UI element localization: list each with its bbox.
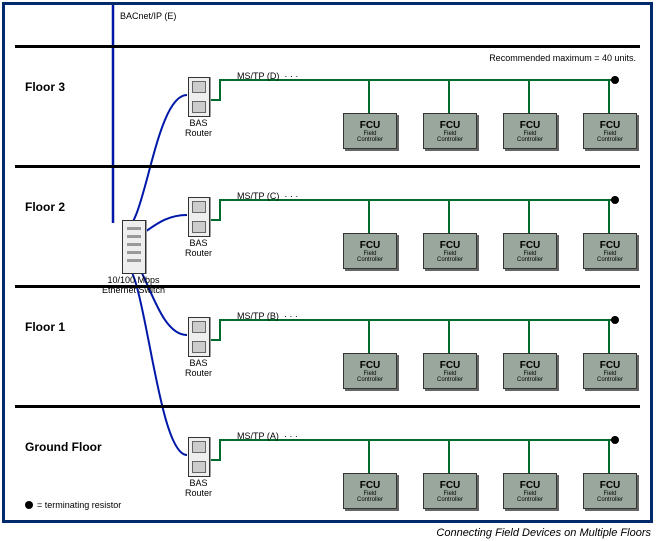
- router-label: BAS Router: [185, 239, 212, 259]
- fcu-title: FCU: [520, 360, 541, 371]
- fcu-subtitle: Field Controller: [357, 491, 383, 503]
- fcu-unit: FCUField Controller: [423, 353, 475, 389]
- fcu-title: FCU: [360, 480, 381, 491]
- fcu-title: FCU: [520, 120, 541, 131]
- fcu-title: FCU: [440, 240, 461, 251]
- floor-divider: [15, 165, 640, 168]
- fcu-icon: FCUField Controller: [583, 113, 637, 149]
- fcu-icon: FCUField Controller: [503, 473, 557, 509]
- floor-label: Floor 2: [25, 200, 65, 214]
- bus-label: MS/TP (A) · · ·: [237, 431, 298, 441]
- max-units-note: Recommended maximum = 40 units.: [489, 53, 636, 63]
- ethernet-switch: 10/100 Mbps Ethernet Switch: [102, 220, 165, 296]
- fcu-subtitle: Field Controller: [437, 251, 463, 263]
- fcu-unit: FCUField Controller: [583, 473, 635, 509]
- fcu-unit: FCUField Controller: [583, 233, 635, 269]
- fcu-subtitle: Field Controller: [597, 371, 623, 383]
- fcu-unit: FCUField Controller: [503, 353, 555, 389]
- fcu-unit: FCUField Controller: [343, 233, 395, 269]
- router-icon: [188, 77, 210, 117]
- floor-label: Floor 3: [25, 80, 65, 94]
- figure-caption: Connecting Field Devices on Multiple Flo…: [0, 525, 651, 541]
- fcu-title: FCU: [600, 240, 621, 251]
- backbone-label: BACnet/IP (E): [120, 11, 176, 21]
- fcu-subtitle: Field Controller: [517, 251, 543, 263]
- fcu-title: FCU: [360, 360, 381, 371]
- fcu-unit: FCUField Controller: [423, 113, 475, 149]
- fcu-icon: FCUField Controller: [423, 113, 477, 149]
- fcu-title: FCU: [520, 240, 541, 251]
- fcu-icon: FCUField Controller: [583, 353, 637, 389]
- fcu-icon: FCUField Controller: [423, 473, 477, 509]
- fcu-icon: FCUField Controller: [343, 233, 397, 269]
- fcu-subtitle: Field Controller: [597, 491, 623, 503]
- fcu-unit: FCUField Controller: [343, 113, 395, 149]
- fcu-subtitle: Field Controller: [357, 131, 383, 143]
- floor-divider: [15, 405, 640, 408]
- terminator-dot-icon: [25, 501, 33, 509]
- switch-label: 10/100 Mbps Ethernet Switch: [102, 276, 165, 296]
- fcu-title: FCU: [600, 120, 621, 131]
- fcu-title: FCU: [600, 480, 621, 491]
- bas-router: BAS Router: [185, 437, 212, 499]
- router-icon: [188, 317, 210, 357]
- fcu-icon: FCUField Controller: [503, 353, 557, 389]
- fcu-subtitle: Field Controller: [517, 491, 543, 503]
- bas-router: BAS Router: [185, 77, 212, 139]
- fcu-title: FCU: [360, 240, 381, 251]
- diagram-frame: BACnet/IP (E) Recommended maximum = 40 u…: [2, 2, 653, 523]
- legend-text: = terminating resistor: [37, 500, 121, 510]
- fcu-subtitle: Field Controller: [517, 131, 543, 143]
- fcu-icon: FCUField Controller: [343, 353, 397, 389]
- fcu-subtitle: Field Controller: [357, 251, 383, 263]
- fcu-subtitle: Field Controller: [517, 371, 543, 383]
- floor-divider: [15, 45, 640, 48]
- router-icon: [188, 437, 210, 477]
- router-label: BAS Router: [185, 119, 212, 139]
- fcu-icon: FCUField Controller: [343, 113, 397, 149]
- legend: = terminating resistor: [25, 500, 121, 510]
- router-icon: [188, 197, 210, 237]
- floor-label: Floor 1: [25, 320, 65, 334]
- fcu-icon: FCUField Controller: [583, 233, 637, 269]
- fcu-unit: FCUField Controller: [343, 353, 395, 389]
- fcu-icon: FCUField Controller: [503, 113, 557, 149]
- fcu-unit: FCUField Controller: [423, 473, 475, 509]
- fcu-unit: FCUField Controller: [583, 353, 635, 389]
- fcu-title: FCU: [440, 360, 461, 371]
- switch-icon: [122, 220, 146, 274]
- fcu-icon: FCUField Controller: [343, 473, 397, 509]
- fcu-unit: FCUField Controller: [503, 113, 555, 149]
- fcu-icon: FCUField Controller: [503, 233, 557, 269]
- router-label: BAS Router: [185, 359, 212, 379]
- fcu-subtitle: Field Controller: [437, 491, 463, 503]
- fcu-subtitle: Field Controller: [597, 131, 623, 143]
- floor-label: Ground Floor: [25, 440, 102, 454]
- router-label: BAS Router: [185, 479, 212, 499]
- fcu-icon: FCUField Controller: [583, 473, 637, 509]
- fcu-subtitle: Field Controller: [597, 251, 623, 263]
- fcu-unit: FCUField Controller: [343, 473, 395, 509]
- fcu-icon: FCUField Controller: [423, 233, 477, 269]
- fcu-subtitle: Field Controller: [437, 131, 463, 143]
- bas-router: BAS Router: [185, 317, 212, 379]
- fcu-title: FCU: [360, 120, 381, 131]
- fcu-title: FCU: [600, 360, 621, 371]
- fcu-title: FCU: [520, 480, 541, 491]
- fcu-unit: FCUField Controller: [503, 233, 555, 269]
- fcu-title: FCU: [440, 480, 461, 491]
- fcu-unit: FCUField Controller: [423, 233, 475, 269]
- fcu-subtitle: Field Controller: [357, 371, 383, 383]
- bus-label: MS/TP (D) · · ·: [237, 71, 298, 81]
- bus-label: MS/TP (B) · · ·: [237, 311, 298, 321]
- fcu-unit: FCUField Controller: [583, 113, 635, 149]
- fcu-icon: FCUField Controller: [423, 353, 477, 389]
- fcu-unit: FCUField Controller: [503, 473, 555, 509]
- fcu-subtitle: Field Controller: [437, 371, 463, 383]
- bus-label: MS/TP (C) · · ·: [237, 191, 298, 201]
- bas-router: BAS Router: [185, 197, 212, 259]
- fcu-title: FCU: [440, 120, 461, 131]
